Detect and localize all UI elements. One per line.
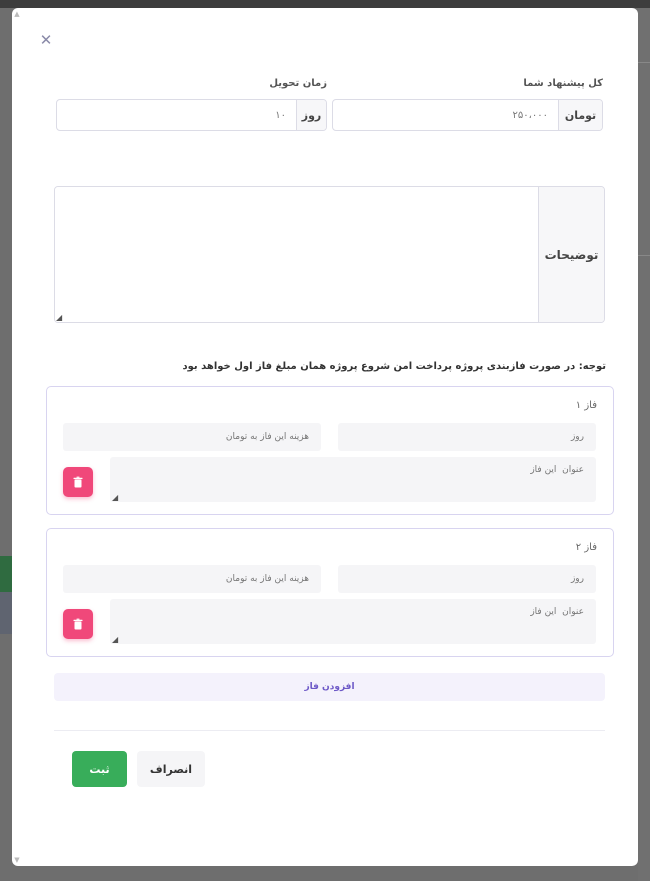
delivery-input[interactable] [57, 100, 296, 130]
offer-label: کل پیشنهاد شما [523, 78, 603, 89]
scroll-up-arrow[interactable]: ▲ [13, 10, 21, 18]
offer-field: تومان [332, 99, 603, 131]
phase-title-field [110, 457, 596, 502]
offer-input[interactable] [333, 100, 558, 130]
phase-title-field [110, 599, 596, 644]
delete-phase-button[interactable] [63, 467, 93, 497]
close-icon[interactable]: ✕ [39, 33, 53, 48]
phase-title-input[interactable] [110, 599, 596, 644]
description-input[interactable] [55, 187, 538, 322]
proposal-modal: ▲ ▼ ✕ کل پیشنهاد شما تومان زمان تحویل رو… [12, 8, 638, 866]
background-page-edge [638, 8, 650, 881]
background-divider [638, 255, 650, 256]
top-bar [0, 0, 650, 8]
delivery-field: روز [56, 99, 327, 131]
phase-card-2: فاز ۲ ◢ [46, 528, 614, 657]
description-label: توضیحات [538, 187, 604, 322]
trash-icon [73, 476, 83, 488]
background-divider [638, 62, 650, 63]
resize-handle-icon[interactable]: ◢ [112, 494, 118, 502]
delete-phase-button[interactable] [63, 609, 93, 639]
cancel-button[interactable]: انصراف [137, 751, 205, 787]
phase-title: فاز ۲ [575, 542, 597, 553]
phase-cost-input[interactable] [63, 565, 321, 593]
footer-divider [54, 730, 605, 731]
delivery-unit: روز [296, 100, 326, 130]
scroll-down-arrow[interactable]: ▼ [13, 856, 21, 864]
offer-unit: تومان [558, 100, 602, 130]
phase-title: فاز ۱ [575, 400, 597, 411]
phase-card-1: فاز ۱ ◢ [46, 386, 614, 515]
submit-button[interactable]: ثبت [72, 751, 127, 787]
trash-icon [73, 618, 83, 630]
delivery-label: زمان تحویل [269, 78, 327, 89]
phase-payment-note: توجه: در صورت فازبندی پروژه پرداخت امن ش… [182, 361, 606, 372]
phase-cost-input[interactable] [63, 423, 321, 451]
resize-handle-icon[interactable]: ◢ [112, 636, 118, 644]
phase-days-input[interactable] [338, 565, 596, 593]
add-phase-button[interactable]: افزودن فاز [54, 673, 605, 701]
phase-title-input[interactable] [110, 457, 596, 502]
resize-handle-icon[interactable]: ◢ [56, 314, 62, 322]
phase-days-input[interactable] [338, 423, 596, 451]
description-field: توضیحات [54, 186, 605, 323]
